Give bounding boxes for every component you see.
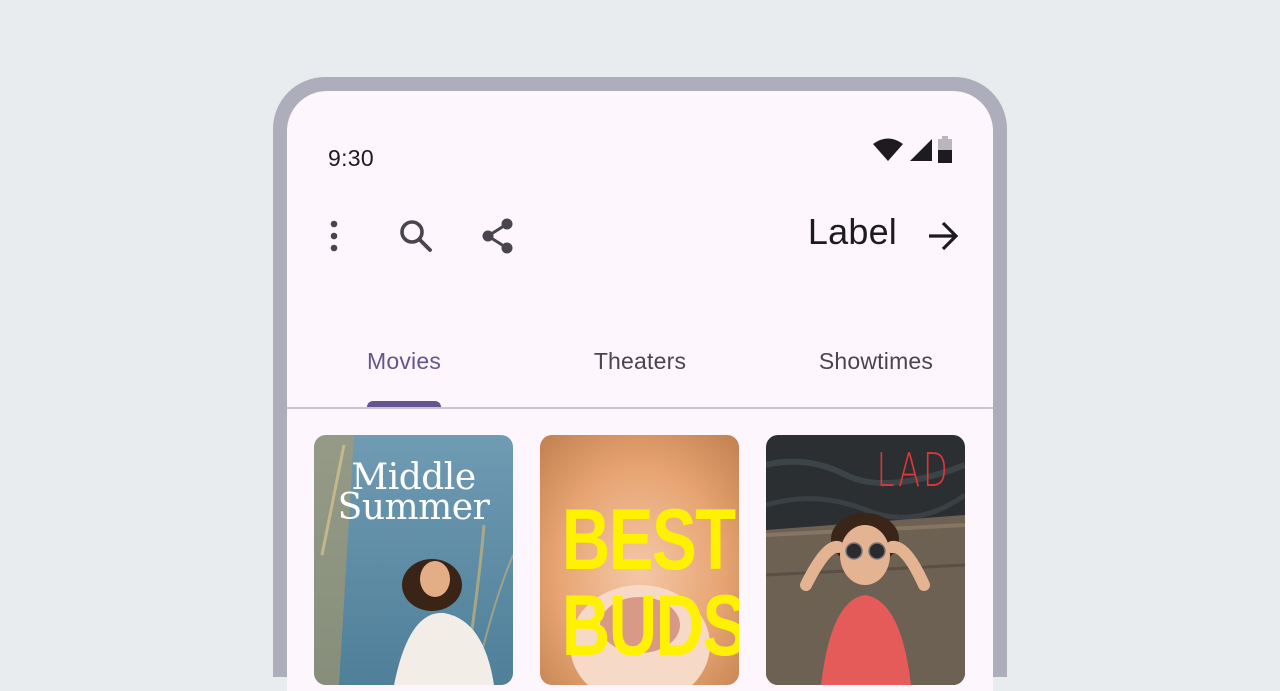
search-button[interactable] — [392, 212, 440, 260]
device-frame: 9:30 Label Movies Theaters Showtimes Mid… — [273, 77, 1007, 691]
forward-button[interactable] — [919, 212, 967, 260]
share-button[interactable] — [474, 212, 522, 260]
movie-poster-image — [314, 435, 513, 685]
battery-icon — [937, 136, 953, 169]
tab-bar: Movies Theaters Showtimes — [287, 329, 993, 409]
app-bar-label[interactable]: Label — [808, 211, 897, 253]
movie-card-lad[interactable]: LAD — [766, 435, 965, 685]
status-icons — [873, 136, 953, 169]
more-options-button[interactable] — [310, 212, 358, 260]
wifi-icon — [873, 137, 903, 168]
arrow-forward-icon — [929, 221, 959, 251]
more-vert-icon — [330, 220, 338, 252]
tab-divider — [287, 407, 993, 409]
tab-showtimes[interactable]: Showtimes — [795, 329, 957, 407]
movie-poster-image — [766, 435, 965, 685]
search-icon — [400, 220, 432, 252]
tab-label: Movies — [366, 348, 442, 374]
movie-card-middle-summer[interactable]: Middle Summer — [314, 435, 513, 685]
movie-card-best-buds[interactable]: BEST BUDS — [540, 435, 739, 685]
share-icon — [482, 218, 513, 254]
tab-theaters[interactable]: Theaters — [569, 329, 711, 407]
app-screen: 9:30 Label Movies Theaters Showtimes Mid… — [287, 91, 993, 691]
signal-icon — [907, 137, 933, 168]
status-time: 9:30 — [328, 145, 374, 171]
tab-label: Showtimes — [818, 348, 934, 374]
movie-grid: Middle Summer BEST BUDS LAD — [314, 435, 965, 685]
movie-poster-image — [540, 435, 739, 685]
tab-label: Theaters — [593, 348, 687, 374]
tab-movies[interactable]: Movies — [333, 329, 475, 407]
